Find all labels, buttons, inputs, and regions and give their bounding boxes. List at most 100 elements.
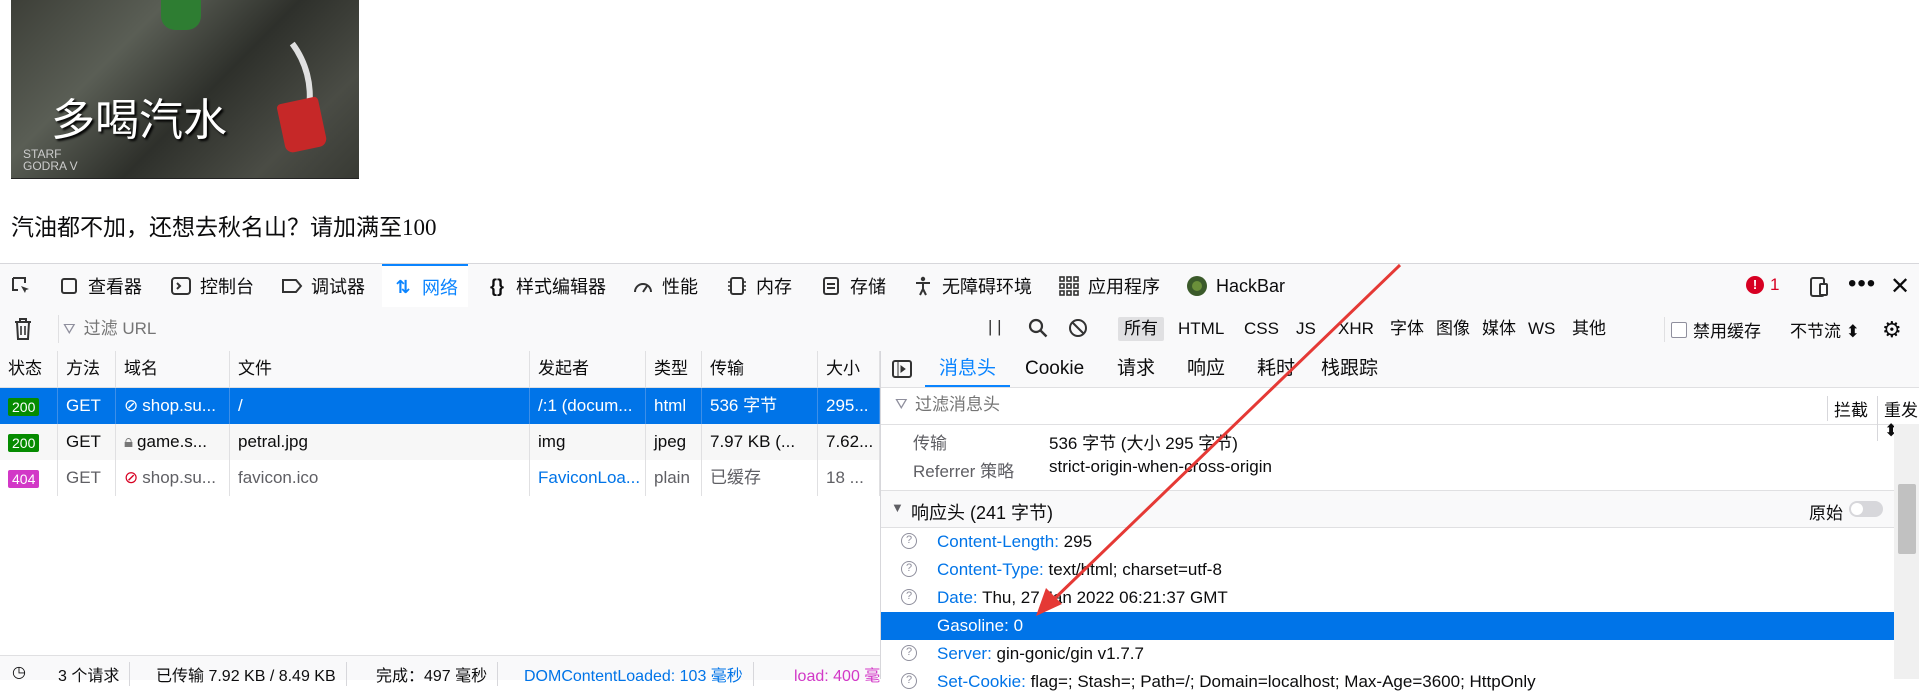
filter-icon: ⛛ <box>63 320 76 338</box>
toggle-sidebar-icon[interactable] <box>891 359 913 384</box>
help-icon[interactable]: ? <box>901 645 917 661</box>
tab-storage[interactable]: 存储 <box>820 264 886 308</box>
hackbar-icon <box>1186 275 1208 297</box>
summary-referrer-policy: Referrer 策略 <box>913 462 1015 481</box>
status-badge: 200 <box>8 397 40 416</box>
column-transfer[interactable]: 传输 <box>702 351 818 387</box>
tab-memory[interactable]: 内存 <box>726 264 792 308</box>
column-type[interactable]: 类型 <box>646 351 702 387</box>
column-initiator[interactable]: 发起者 <box>530 351 646 387</box>
header-row[interactable]: ? Content-Type: text/html; charset=utf-8 <box>881 556 1894 584</box>
header-row[interactable]: ? Set-Cookie: flag=; Stash=; Path=/; Dom… <box>881 668 1894 696</box>
finish-time: 完成：497 毫秒 <box>376 662 499 686</box>
block-icon[interactable] <box>1068 318 1088 343</box>
page-image: 多喝汽水 STARF GODRA V <box>11 0 359 179</box>
tab-style-editor[interactable]: {} 样式编辑器 <box>486 264 606 308</box>
headers-filter: ⛛ 拦截 重发 ⬍ <box>881 388 1919 441</box>
filter-js[interactable]: JS <box>1290 317 1322 341</box>
request-type: plain <box>646 460 702 496</box>
tab-performance[interactable]: 性能 <box>632 264 698 308</box>
tab-hackbar[interactable]: HackBar <box>1186 264 1285 308</box>
scrollbar-thumb[interactable] <box>1898 484 1916 554</box>
filter-other[interactable]: 其他 <box>1566 317 1612 341</box>
request-domain: 🔒︎ game.s... <box>116 424 230 460</box>
details-scrollbar[interactable] <box>1894 424 1919 679</box>
tab-network[interactable]: ⇅ 网络 <box>382 264 468 308</box>
tab-stack-trace[interactable]: 栈跟踪 <box>1321 351 1378 387</box>
throttling-select[interactable]: 不节流 ⬍ <box>1790 317 1860 342</box>
application-icon <box>1058 275 1080 297</box>
request-row[interactable]: 200 GET 🔒︎ game.s... petral.jpg img jpeg … <box>0 424 880 460</box>
column-method[interactable]: 方法 <box>58 351 116 387</box>
console-icon <box>170 275 192 297</box>
url-filter[interactable]: ⛛ <box>58 315 973 343</box>
accessibility-icon <box>912 275 934 297</box>
block-button[interactable]: 拦截 <box>1827 396 1868 421</box>
filter-all[interactable]: 所有 <box>1118 317 1164 341</box>
header-row-gasoline[interactable]: Gasoline: 0 <box>881 612 1894 640</box>
insecure-icon: ⊘ <box>124 468 139 487</box>
tab-headers[interactable]: 消息头 <box>925 351 1011 387</box>
filter-css[interactable]: CSS <box>1238 317 1285 341</box>
responsive-design-icon[interactable] <box>1808 276 1830 303</box>
dom-content-loaded: DOMContentLoaded: 103 毫秒 <box>524 662 754 686</box>
request-row[interactable]: 404 GET ⊘ shop.su... favicon.ico FaviconL… <box>0 460 880 496</box>
tab-response[interactable]: 响应 <box>1187 351 1225 387</box>
raw-toggle[interactable] <box>1849 501 1883 517</box>
request-file: favicon.ico <box>230 460 530 496</box>
request-row[interactable]: 200 GET ⊘ shop.su... / /:1 (docum... html… <box>0 388 880 424</box>
column-domain[interactable]: 域名 <box>116 351 230 387</box>
tab-timings[interactable]: 耗时 <box>1257 351 1295 387</box>
collapse-triangle-icon[interactable]: ▼ <box>891 500 904 515</box>
request-transfer: 已缓存 <box>702 460 818 496</box>
search-icon[interactable] <box>1027 317 1049 344</box>
request-file: petral.jpg <box>230 424 530 460</box>
filter-images[interactable]: 图像 <box>1430 317 1476 341</box>
column-status[interactable]: 状态 <box>0 351 58 387</box>
checkbox[interactable] <box>1671 321 1687 338</box>
disable-cache-toggle[interactable]: 禁用缓存 <box>1664 317 1761 342</box>
filter-xhr[interactable]: XHR <box>1332 317 1380 341</box>
timer-icon[interactable]: ◷ <box>12 662 26 682</box>
request-initiator[interactable]: FaviconLoa... <box>530 460 646 496</box>
help-icon[interactable]: ? <box>901 533 917 549</box>
element-picker-button[interactable] <box>10 264 32 308</box>
performance-icon <box>632 275 654 297</box>
error-counter[interactable]: ! 1 <box>1746 275 1779 295</box>
page-message: 汽油都不加，还想去秋名山？请加满至100 <box>11 215 437 240</box>
filter-fonts[interactable]: 字体 <box>1384 317 1430 341</box>
tab-console[interactable]: 控制台 <box>170 264 254 308</box>
tab-inspector[interactable]: 查看器 <box>58 264 142 308</box>
tab-application[interactable]: 应用程序 <box>1058 264 1160 308</box>
help-icon[interactable]: ? <box>901 561 917 577</box>
response-headers-section[interactable]: ▼ 响应头 (241 字节) 原始 <box>881 490 1894 528</box>
tab-accessibility[interactable]: 无障碍环境 <box>912 264 1032 308</box>
summary-transfer: 传输 <box>913 434 947 453</box>
settings-gear-icon[interactable]: ⚙ <box>1882 317 1902 343</box>
header-row[interactable]: ? Content-Length: 295 <box>881 528 1894 556</box>
filter-media[interactable]: 媒体 <box>1476 317 1522 341</box>
tab-request[interactable]: 请求 <box>1117 351 1155 387</box>
request-domain: ⊘ shop.su... <box>116 388 230 424</box>
tab-debugger[interactable]: 调试器 <box>281 264 365 308</box>
header-row[interactable]: ? Server: gin-gonic/gin v1.7.7 <box>881 640 1894 668</box>
tab-cookies[interactable]: Cookie <box>1025 351 1084 387</box>
headers-filter-input[interactable] <box>913 394 1617 416</box>
request-type: html <box>646 388 702 424</box>
column-size[interactable]: 大小 <box>818 351 880 387</box>
lock-icon: 🔒︎ <box>124 432 134 451</box>
column-file[interactable]: 文件 <box>230 351 530 387</box>
more-options-icon[interactable]: ••• <box>1848 270 1876 298</box>
header-row[interactable]: ? Date: Thu, 27 Jan 2022 06:21:37 GMT <box>881 584 1894 612</box>
clear-trash-icon[interactable] <box>12 317 34 346</box>
help-icon[interactable]: ? <box>901 673 917 689</box>
url-filter-input[interactable] <box>81 318 886 340</box>
network-toolbar: ⛛ | | 所有 HTML CSS JS XHR 字体 图像 媒体 WS 其他 … <box>0 307 1919 352</box>
help-icon[interactable]: ? <box>901 589 917 605</box>
transferred-total: 已传输 7.92 KB / 8.49 KB <box>156 662 347 686</box>
close-icon[interactable]: ✕ <box>1890 272 1910 301</box>
inspector-icon <box>58 275 80 297</box>
pause-button[interactable]: | | <box>988 317 1002 337</box>
filter-ws[interactable]: WS <box>1522 317 1561 341</box>
filter-html[interactable]: HTML <box>1172 317 1230 341</box>
